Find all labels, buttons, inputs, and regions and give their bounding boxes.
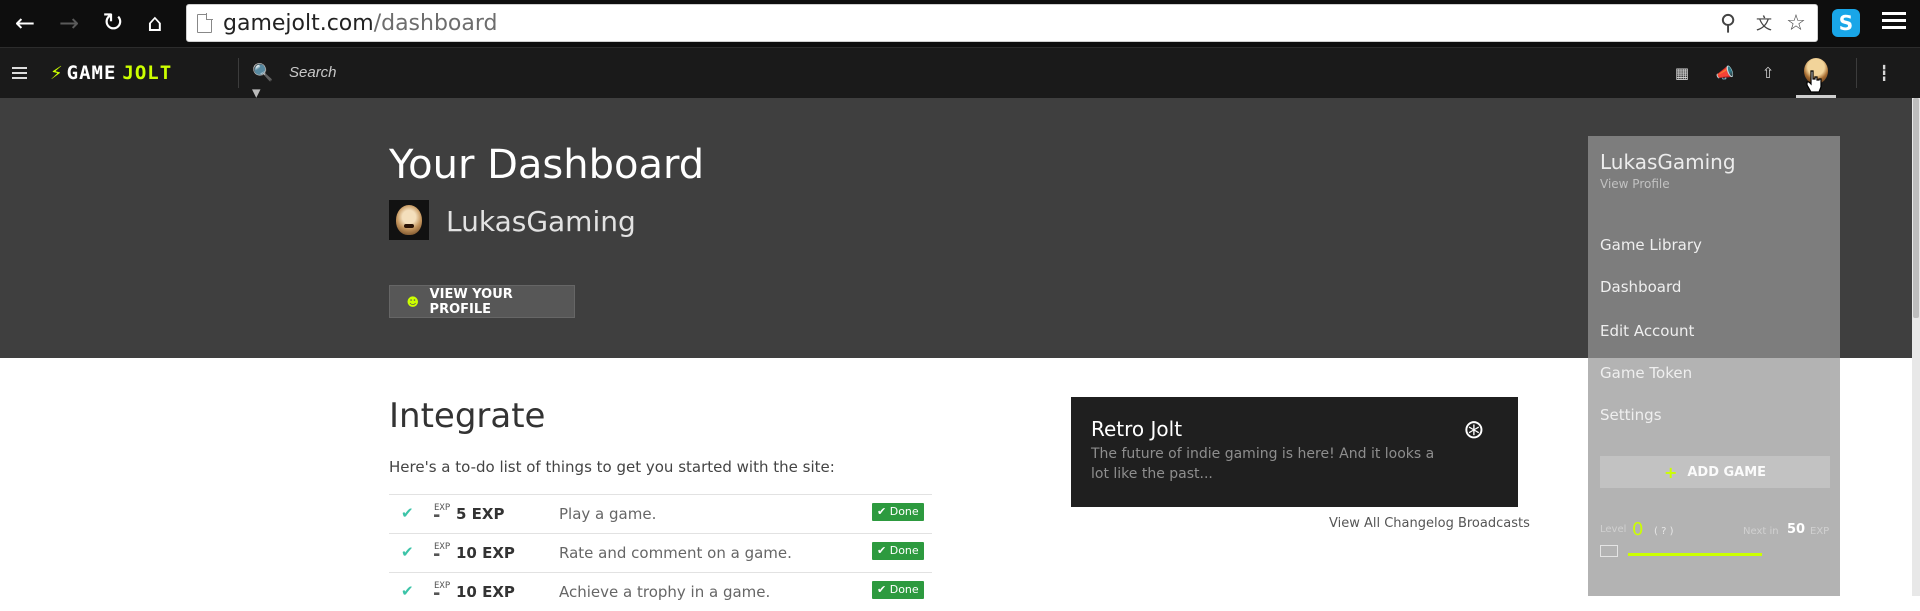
logo-word-jolt: JOLT [122, 62, 173, 84]
megaphone-icon[interactable]: 📣 [1714, 62, 1736, 84]
retro-description: The future of indie gaming is here! And … [1091, 446, 1435, 482]
level-help-link[interactable]: ( ? ) [1654, 526, 1674, 537]
menu-item-settings[interactable]: Settings [1600, 406, 1662, 424]
hand-cursor-icon [1806, 70, 1822, 93]
url-host: gamejolt.com [223, 11, 374, 36]
logo-word-game: GAME [66, 62, 117, 84]
translate-icon[interactable]: 文 [1751, 11, 1777, 37]
profile-avatar[interactable] [389, 200, 429, 240]
menu-item-game-token[interactable]: Game Token [1600, 364, 1692, 382]
library-icon[interactable]: ▦ [1671, 62, 1693, 84]
done-badge: ✔ Done [872, 542, 924, 560]
help-mark: ? [1661, 526, 1667, 537]
next-level-label: Next in [1743, 526, 1779, 537]
level-label: Level [1600, 524, 1627, 535]
done-label: Done [889, 583, 919, 596]
retro-title: Retro Jolt [1091, 417, 1183, 441]
bolt-icon: ⚡ [50, 62, 63, 84]
nav-divider [238, 58, 239, 88]
browser-menu-icon[interactable] [1882, 12, 1906, 32]
url-path: /dashboard [373, 11, 498, 36]
zoom-icon[interactable]: ⚲ [1715, 11, 1741, 37]
menu-item-dashboard[interactable]: Dashboard [1600, 278, 1681, 296]
task-exp: 5 EXP [456, 505, 505, 523]
upload-icon[interactable]: ⇧ [1757, 62, 1779, 84]
page-title: Your Dashboard [389, 142, 705, 188]
todo-list: ✔ EXP ▬ 5 EXP Play a game. ✔ Done ✔ EXP ▬ … [389, 494, 932, 611]
menu-view-profile-link[interactable]: View Profile [1600, 177, 1670, 191]
reload-icon[interactable]: ↻ [96, 6, 130, 40]
menu-item-game-library[interactable]: Game Library [1600, 236, 1702, 254]
search-input[interactable]: Search [289, 64, 337, 81]
exp-progress-bar [1628, 553, 1762, 556]
done-badge: ✔ Done [872, 581, 924, 599]
view-profile-button-label: VIEW YOUR PROFILE [429, 286, 513, 317]
skype-extension-icon[interactable]: S [1832, 9, 1860, 37]
done-label: Done [889, 544, 919, 557]
check-icon: ✔ [401, 543, 414, 561]
exp-icon: EXP ▬ [434, 503, 451, 521]
broadcast-tower-icon: ⊛ [1463, 415, 1485, 445]
done-badge: ✔ Done [872, 503, 924, 521]
tree-icon[interactable]: ┇ [1873, 62, 1895, 84]
task-label: Play a game. [559, 505, 657, 523]
back-icon[interactable]: ← [8, 6, 42, 40]
nav-divider [1856, 58, 1857, 88]
exp-icon [1600, 545, 1618, 557]
bookmark-star-icon[interactable]: ☆ [1783, 11, 1809, 37]
username[interactable]: LukasGaming [446, 205, 636, 238]
todo-row: ✔ EXP ▬ 10 EXP Rate and comment on a game… [389, 533, 932, 572]
forward-icon[interactable]: → [52, 6, 86, 40]
view-profile-button[interactable]: ☻ VIEW YOUR PROFILE [389, 285, 575, 318]
page-icon [197, 13, 213, 33]
search-icon[interactable]: 🔍▾ [252, 63, 276, 103]
page-scrollbar[interactable] [1912, 98, 1920, 596]
scrollbar-thumb[interactable] [1913, 98, 1919, 318]
changelog-link[interactable]: View All Changelog Broadcasts [1329, 516, 1530, 531]
exp-icon: EXP ▬ [434, 581, 451, 599]
task-exp: 10 EXP [456, 583, 515, 601]
hamburger-menu-icon[interactable] [12, 67, 27, 82]
profile-icon: ☻ [406, 294, 420, 309]
integrate-heading: Integrate [389, 396, 546, 436]
menu-item-edit-account[interactable]: Edit Account [1600, 322, 1694, 340]
level-value: 0 [1632, 519, 1644, 540]
gamejolt-logo[interactable]: ⚡ GAME JOLT [50, 62, 172, 84]
address-bar[interactable]: gamejolt.com/dashboard ⚲ 文 ☆ [186, 4, 1818, 42]
task-label: Achieve a trophy in a game. [559, 583, 771, 601]
add-game-label: ADD GAME [1687, 464, 1767, 480]
retro-jolt-card[interactable]: Retro Jolt The future of indie gaming is… [1071, 397, 1518, 507]
exp-label: EXP [1810, 526, 1830, 537]
home-icon[interactable]: ⌂ [138, 6, 172, 40]
task-label: Rate and comment on a game. [559, 544, 792, 562]
task-exp: 10 EXP [456, 544, 515, 562]
exp-icon: EXP ▬ [434, 542, 451, 560]
next-level-value: 50 [1787, 522, 1806, 537]
done-label: Done [889, 505, 919, 518]
todo-row: ✔ EXP ▬ 10 EXP Achieve a trophy in a game… [389, 572, 932, 611]
check-icon: ✔ [401, 582, 414, 600]
browser-toolbar: ← → ↻ ⌂ gamejolt.com/dashboard ⚲ 文 ☆ S [0, 0, 1920, 47]
integrate-description: Here's a to-do list of things to get you… [389, 458, 835, 476]
site-navbar: ⚡ GAME JOLT 🔍▾ Search ▦ 📣 ⇧ ┇ [0, 47, 1920, 103]
url-text: gamejolt.com/dashboard [223, 11, 498, 36]
todo-row: ✔ EXP ▬ 5 EXP Play a game. ✔ Done [389, 494, 932, 533]
add-game-button[interactable]: + ADD GAME [1600, 456, 1830, 488]
menu-username[interactable]: LukasGaming [1600, 150, 1736, 174]
check-icon: ✔ [401, 504, 414, 522]
plus-icon: + [1663, 462, 1678, 482]
user-dropdown-menu: LukasGaming View Profile Game Library Da… [1588, 136, 1840, 596]
